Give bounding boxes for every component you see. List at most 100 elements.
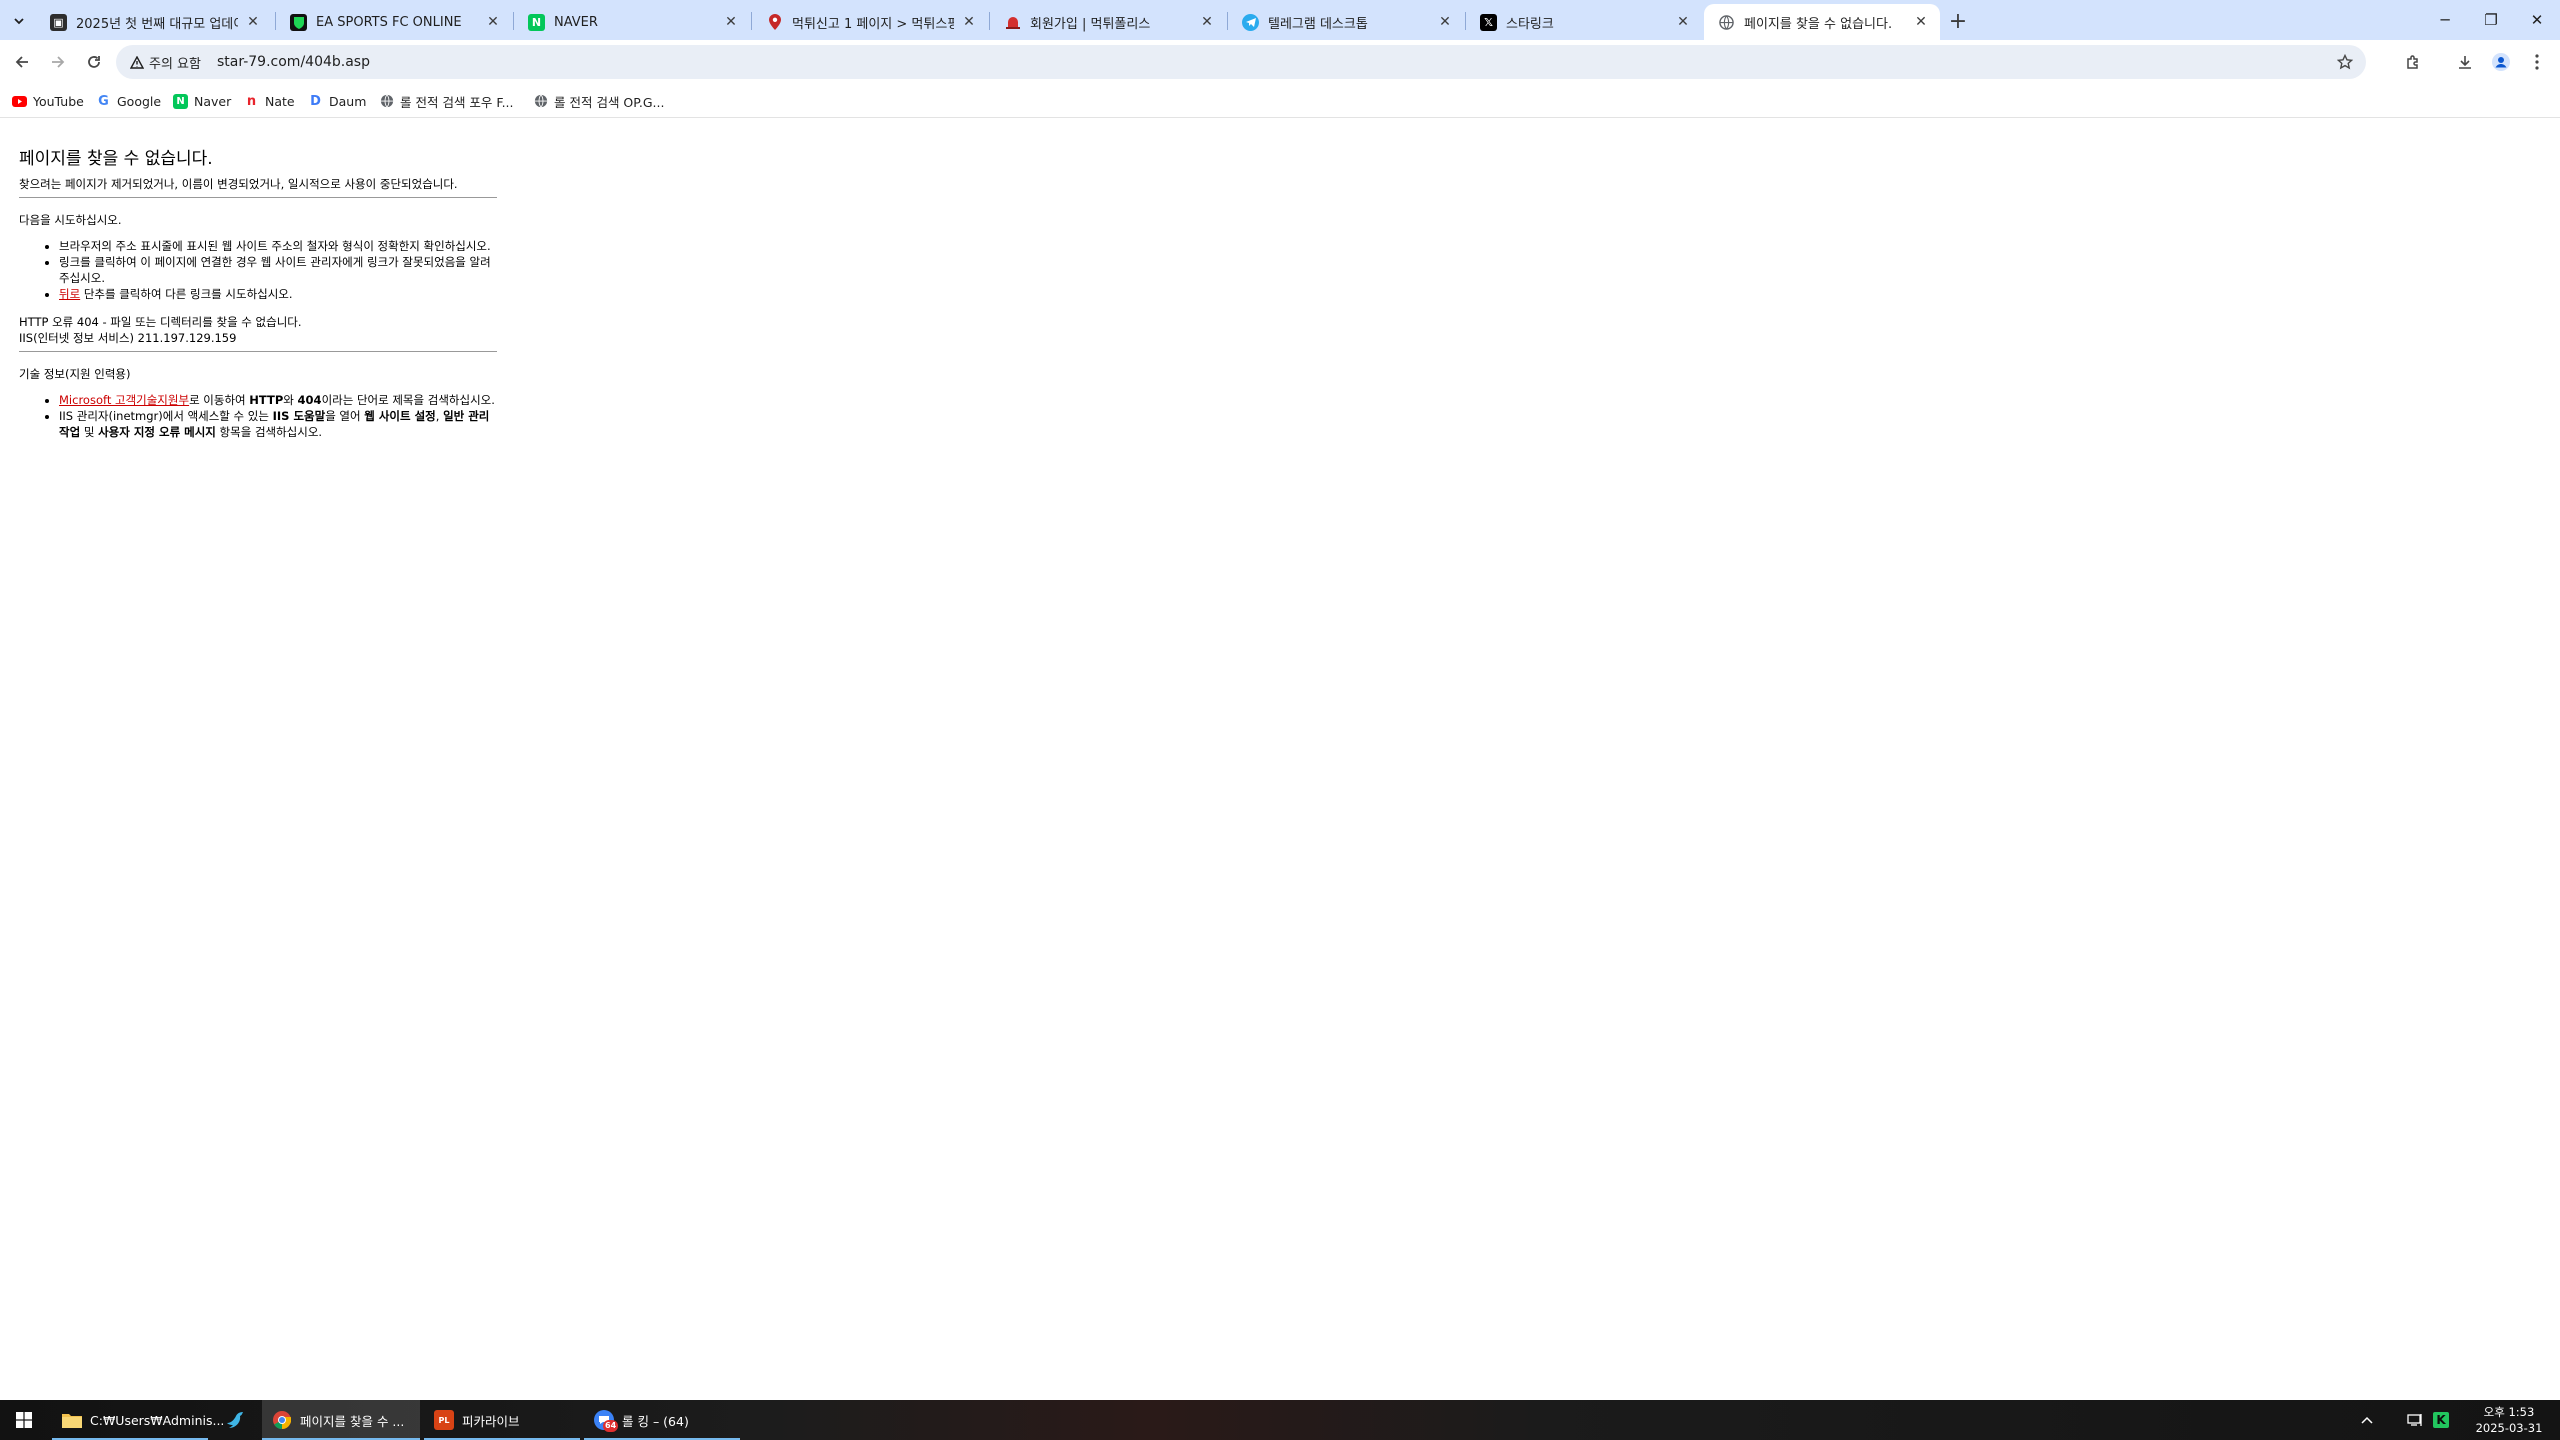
clock-time: 오후 1:53 xyxy=(2483,1405,2535,1419)
restore-button[interactable]: ❐ xyxy=(2468,0,2514,40)
tab-search-button[interactable] xyxy=(6,8,32,34)
globe-icon xyxy=(379,94,394,109)
reload-icon xyxy=(88,56,100,68)
reload-button[interactable] xyxy=(79,47,109,77)
bookmark-google[interactable]: G Google xyxy=(96,90,161,112)
x-logo-icon: 𝕏 xyxy=(1480,13,1497,31)
bookmark-lol-opgg[interactable]: 롤 전적 검색 OP.G... xyxy=(533,90,664,112)
warning-triangle-icon xyxy=(130,55,144,69)
close-icon[interactable]: ✕ xyxy=(1674,13,1692,31)
tab-7[interactable]: 𝕏 스타링크 ✕ xyxy=(1466,4,1702,40)
server-line: IIS(인터넷 정보 서비스) 211.197.129.159 xyxy=(19,331,237,345)
naver-icon: N xyxy=(528,13,545,31)
tech-heading: 기술 정보(지원 인력용) xyxy=(19,367,131,381)
picka-live-icon: PL xyxy=(434,1410,454,1430)
close-icon[interactable]: ✕ xyxy=(1912,13,1930,31)
list-item: 뒤로 단추를 클릭하여 다른 링크를 시도하십시오. xyxy=(59,286,497,302)
windows-taskbar: C:₩Users₩Adminis... 페이지를 찾을 수 ... PL 피카라… xyxy=(0,1400,2560,1440)
try-heading: 다음을 시도하십시오. xyxy=(19,213,122,227)
tab-6[interactable]: 텔레그램 데스크톱 ✕ xyxy=(1228,4,1464,40)
tab-strip: ▣ 2025년 첫 번째 대규모 업데이트 ✕ EA SPORTS FC ONL… xyxy=(0,0,2560,40)
taskbar-item-picka-live[interactable]: PL 피카라이브 xyxy=(424,1400,580,1440)
folder-icon xyxy=(62,1410,82,1430)
taskbar-item-chat-app[interactable]: 64 롤 킹 – (64) xyxy=(584,1400,740,1440)
daum-icon: D xyxy=(310,93,321,109)
ea-shield-icon xyxy=(290,13,307,31)
tab-3[interactable]: N NAVER ✕ xyxy=(514,4,750,40)
tab-5[interactable]: 회원가입 | 먹튀폴리스 ✕ xyxy=(990,4,1226,40)
start-button[interactable] xyxy=(0,1400,48,1440)
security-chip[interactable]: 주의 요함 xyxy=(122,49,210,75)
map-pin-icon xyxy=(766,14,783,31)
tab-8-active[interactable]: 페이지를 찾을 수 없습니다. ✕ xyxy=(1704,4,1940,40)
bookmark-star-button[interactable] xyxy=(2336,53,2354,71)
bird-app-icon xyxy=(225,1410,245,1430)
tab-title: 먹튀신고 1 페이지 > 먹튀스핑 xyxy=(792,16,954,32)
close-icon[interactable]: ✕ xyxy=(484,13,502,31)
browser-toolbar: 주의 요함 star-79.com/404b.asp xyxy=(0,40,2560,84)
list-item-text: 및 xyxy=(80,425,99,439)
windows-logo-icon xyxy=(16,1412,32,1428)
extensions-button[interactable] xyxy=(2398,47,2428,77)
new-tab-button[interactable]: + xyxy=(1945,8,1971,34)
taskbar-item-label: 페이지를 찾을 수 ... xyxy=(300,1413,405,1429)
list-item-text: 와 xyxy=(283,393,298,407)
system-clock[interactable]: 오후 1:53 2025-03-31 xyxy=(2468,1404,2550,1436)
microsoft-support-link[interactable]: Microsoft 고객기술지원부 xyxy=(59,393,189,407)
bookmark-daum[interactable]: D Daum xyxy=(308,90,366,112)
close-window-button[interactable]: ✕ xyxy=(2514,0,2560,40)
taskbar-item-bird-app[interactable] xyxy=(215,1400,259,1440)
address-bar[interactable]: 주의 요함 star-79.com/404b.asp xyxy=(116,45,2366,79)
intro-text: 찾으려는 페이지가 제거되었거나, 이름이 변경되었거나, 일시적으로 사용이 … xyxy=(19,177,458,191)
tab-2[interactable]: EA SPORTS FC ONLINE ✕ xyxy=(276,4,512,40)
chevron-down-icon xyxy=(14,18,24,25)
forward-button[interactable] xyxy=(43,47,73,77)
close-icon[interactable]: ✕ xyxy=(722,13,740,31)
keyword-website-setup: 웹 사이트 설정 xyxy=(364,409,436,423)
bookmark-label: Daum xyxy=(329,93,367,109)
bookmark-label: YouTube xyxy=(33,93,84,109)
bookmark-nate[interactable]: n Nate xyxy=(244,90,295,112)
bookmarks-bar: YouTube G Google N Naver n Nate D Daum 롤… xyxy=(0,84,2560,118)
tray-kakao-button[interactable]: K xyxy=(2428,1400,2454,1440)
try-list: 브라우저의 주소 표시줄에 표시된 웹 사이트 주소의 철자와 형식이 정확한지… xyxy=(59,238,497,302)
bookmark-naver[interactable]: N Naver xyxy=(173,90,231,112)
tab-4[interactable]: 먹튀신고 1 페이지 > 먹튀스핑 ✕ xyxy=(752,4,988,40)
list-item-text: , xyxy=(435,409,444,423)
back-link[interactable]: 뒤로 xyxy=(59,287,80,301)
close-icon[interactable]: ✕ xyxy=(960,13,978,31)
taskbar-item-label: 피카라이브 xyxy=(462,1413,520,1429)
tech-list: Microsoft 고객기술지원부로 이동하여 HTTP와 404이라는 단어로… xyxy=(59,392,497,440)
tab-title: 스타링크 xyxy=(1506,16,1554,32)
globe-icon xyxy=(533,94,548,109)
close-icon[interactable]: ✕ xyxy=(244,13,262,31)
list-item-text: 을 열어 xyxy=(325,409,365,423)
close-icon[interactable]: ✕ xyxy=(1436,13,1454,31)
download-icon xyxy=(2459,56,2471,69)
page-title: 페이지를 찾을 수 없습니다. xyxy=(19,149,213,169)
kebab-menu-icon xyxy=(2535,54,2539,70)
url-text[interactable]: star-79.com/404b.asp xyxy=(217,54,370,70)
tray-network-button[interactable] xyxy=(2402,1400,2428,1440)
divider xyxy=(19,197,497,198)
close-icon[interactable]: ✕ xyxy=(1198,13,1216,31)
list-item: IIS 관리자(inetmgr)에서 액세스할 수 있는 IIS 도움말을 열어… xyxy=(59,408,497,440)
bookmark-lol-fow[interactable]: 롤 전적 검색 포우 F... xyxy=(379,90,514,112)
list-item: Microsoft 고객기술지원부로 이동하여 HTTP와 404이라는 단어로… xyxy=(59,392,497,408)
google-icon: G xyxy=(98,93,109,109)
tray-overflow-button[interactable] xyxy=(2352,1400,2382,1440)
taskbar-item-chrome[interactable]: 페이지를 찾을 수 ... xyxy=(262,1400,420,1440)
tab-title: NAVER xyxy=(554,14,598,30)
minimize-button[interactable]: ─ xyxy=(2422,0,2468,40)
profile-button[interactable] xyxy=(2486,47,2516,77)
downloads-button[interactable] xyxy=(2450,47,2480,77)
youtube-icon xyxy=(12,94,27,109)
taskbar-item-label: C:₩Users₩Adminis... xyxy=(90,1412,225,1428)
back-button[interactable] xyxy=(7,47,37,77)
tab-1[interactable]: ▣ 2025년 첫 번째 대규모 업데이트 ✕ xyxy=(36,4,272,40)
bookmark-youtube[interactable]: YouTube xyxy=(12,90,84,112)
keyword-404: 404 xyxy=(297,393,322,407)
globe-icon xyxy=(1718,14,1735,31)
taskbar-item-explorer[interactable]: C:₩Users₩Adminis... xyxy=(52,1400,224,1440)
menu-button[interactable] xyxy=(2522,47,2552,77)
